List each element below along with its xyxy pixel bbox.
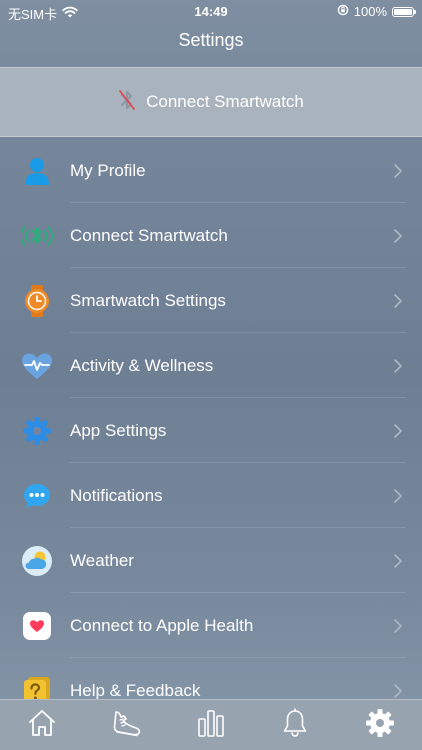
menu-item-label: Connect Smartwatch (70, 225, 228, 245)
tab-bar (0, 699, 422, 750)
connect-smartwatch-banner[interactable]: Connect Smartwatch (0, 67, 422, 137)
status-right: 100% (337, 4, 416, 19)
weather-icon (21, 545, 53, 577)
chevron-right-icon (394, 488, 402, 503)
chevron-right-icon (394, 358, 402, 373)
menu-item-label: Weather (70, 550, 134, 570)
chevron-right-icon (394, 423, 402, 438)
gear-icon (21, 415, 53, 447)
heart-pulse-icon (21, 350, 53, 382)
chevron-right-icon (394, 683, 402, 698)
gear-icon (365, 708, 395, 743)
chevron-right-icon (394, 163, 402, 178)
settings-menu: My Profile Connect Smartwatch Smartwatch… (0, 138, 422, 723)
page-title: Settings (178, 30, 244, 50)
chevron-right-icon (394, 293, 402, 308)
orientation-lock-icon (337, 4, 349, 19)
menu-item-label: Notifications (70, 485, 163, 505)
tab-notifications[interactable] (253, 700, 337, 750)
chat-bubble-icon (21, 480, 53, 512)
menu-item-label: Smartwatch Settings (70, 290, 226, 310)
tab-activity[interactable] (84, 700, 168, 750)
menu-item-apple-health[interactable]: Connect to Apple Health (0, 593, 422, 658)
home-icon (27, 708, 57, 743)
bar-chart-icon (197, 708, 225, 743)
menu-item-label: Connect to Apple Health (70, 615, 254, 635)
apple-health-icon (21, 610, 53, 642)
menu-item-label: Help & Feedback (70, 680, 201, 700)
bluetooth-disabled-icon (118, 88, 136, 117)
menu-item-connect-smartwatch[interactable]: Connect Smartwatch (0, 203, 422, 268)
menu-item-weather[interactable]: Weather (0, 528, 422, 593)
menu-item-app-settings[interactable]: App Settings (0, 398, 422, 463)
watch-icon (21, 285, 53, 317)
banner-label: Connect Smartwatch (146, 92, 304, 111)
menu-item-smartwatch-settings[interactable]: Smartwatch Settings (0, 268, 422, 333)
bluetooth-icon (21, 220, 53, 252)
chevron-right-icon (394, 618, 402, 633)
battery-level-fill (394, 8, 412, 15)
menu-item-activity-wellness[interactable]: Activity & Wellness (0, 333, 422, 398)
menu-item-notifications[interactable]: Notifications (0, 463, 422, 528)
profile-icon (21, 155, 53, 187)
menu-item-my-profile[interactable]: My Profile (0, 138, 422, 203)
status-bar: 无SIM卡 14:49 100% (0, 0, 422, 22)
menu-item-label: Activity & Wellness (70, 355, 214, 375)
bell-icon (281, 707, 309, 743)
tab-settings[interactable] (338, 700, 422, 750)
battery-percent: 100% (353, 4, 387, 19)
chevron-right-icon (394, 228, 402, 243)
battery-icon (392, 6, 416, 17)
shoe-icon (111, 708, 143, 743)
menu-item-label: App Settings (70, 420, 167, 440)
menu-item-label: My Profile (70, 160, 146, 180)
chevron-right-icon (394, 553, 402, 568)
tab-statistics[interactable] (169, 700, 253, 750)
tab-home[interactable] (0, 700, 84, 750)
